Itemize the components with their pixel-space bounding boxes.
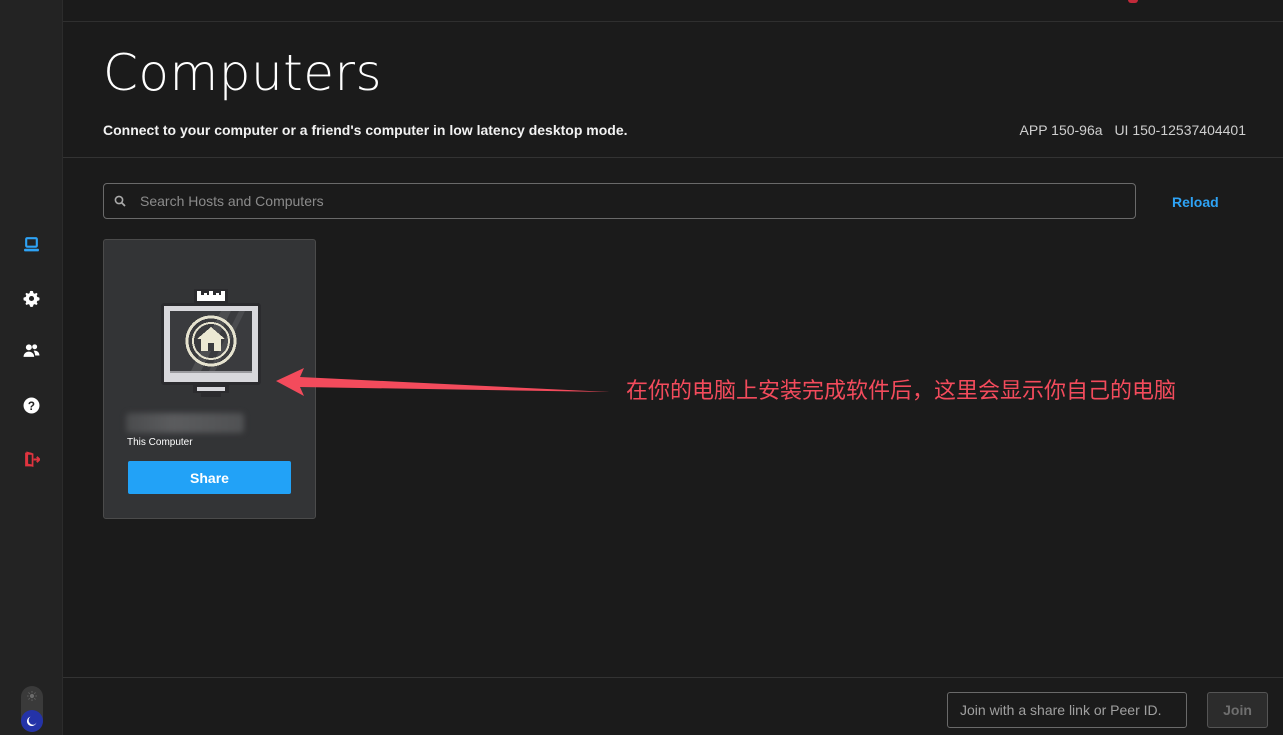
search-input[interactable] (140, 193, 1135, 209)
sidebar: ? (0, 0, 63, 735)
computer-label: This Computer (127, 437, 193, 448)
sun-icon (26, 690, 38, 702)
logout-icon (24, 450, 40, 467)
theme-toggle[interactable] (21, 686, 43, 732)
page-title: Computers (103, 44, 383, 102)
notification-mark (1128, 0, 1138, 3)
header-divider (63, 157, 1283, 158)
top-divider (63, 21, 1283, 22)
nav-computers[interactable] (16, 229, 46, 259)
laptop-icon (23, 236, 39, 251)
join-button[interactable]: Join (1207, 692, 1268, 728)
gear-icon (22, 290, 40, 307)
users-icon (23, 343, 39, 357)
question-icon: ? (23, 397, 39, 413)
version-info: APP 150-96a UI 150-12537404401 (1012, 122, 1246, 138)
svg-text:?: ? (27, 399, 34, 412)
nav-help[interactable]: ? (16, 390, 46, 420)
ui-version: UI 150-12537404401 (1114, 122, 1246, 138)
moon-icon (21, 710, 43, 732)
page-subtitle: Connect to your computer or a friend's c… (103, 122, 628, 138)
share-button[interactable]: Share (128, 461, 291, 494)
join-input[interactable] (947, 692, 1187, 728)
nav-logout[interactable] (16, 444, 46, 474)
search-box[interactable] (103, 183, 1136, 219)
annotation-note: 在你的电脑上安装完成软件后，这里会显示你自己的电脑 (626, 379, 1177, 404)
computer-name-redacted (126, 413, 244, 433)
annotation-arrow (276, 368, 610, 396)
search-icon (114, 195, 126, 207)
nav-settings[interactable] (16, 283, 46, 313)
nav-friends[interactable] (16, 335, 46, 365)
app-version: APP 150-96a (1019, 122, 1103, 138)
reload-button[interactable]: Reload (1172, 194, 1219, 210)
computer-monitor-icon (161, 289, 261, 397)
